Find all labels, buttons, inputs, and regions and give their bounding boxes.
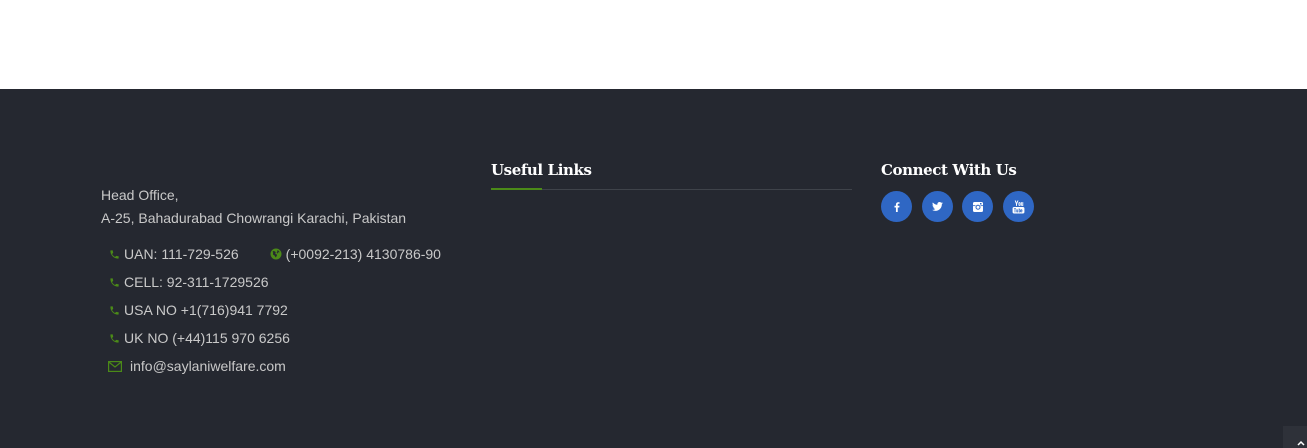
uan-text: UAN: 111-729-526 (124, 246, 239, 262)
connect-heading: Connect With Us (881, 161, 1017, 179)
site-footer: Head Office, A-25, Bahadurabad Chowrangi… (0, 89, 1307, 448)
contact-row-usa: USA NO +1(716)941 7792 (101, 296, 471, 324)
telephone-item: (+0092-213) 4130786-90 (263, 240, 441, 268)
facebook-icon (894, 201, 899, 212)
twitter-button[interactable] (921, 191, 953, 222)
phone-icon (106, 277, 122, 288)
contact-column: Head Office, A-25, Bahadurabad Chowrangi… (101, 184, 471, 380)
contact-row-uk: UK NO (+44)115 970 6256 (101, 324, 471, 352)
contact-row-email: info@saylaniwelfare.com (101, 352, 471, 380)
scroll-to-top-button[interactable] (1283, 426, 1307, 448)
email-link[interactable]: info@saylaniwelfare.com (130, 352, 286, 380)
youtube-button[interactable] (1002, 191, 1034, 222)
heading-accent-line (491, 188, 542, 190)
instagram-icon (972, 201, 983, 212)
heading-divider (491, 188, 852, 190)
address-line-2: A-25, Bahadurabad Chowrangi Karachi, Pak… (101, 210, 407, 226)
phone-icon (106, 305, 122, 316)
phone-icon (106, 249, 122, 260)
address-line-1: Head Office, (101, 187, 179, 203)
globe-icon (268, 248, 284, 260)
facebook-button[interactable] (881, 191, 912, 222)
cell-text: CELL: 92-311-1729526 (124, 274, 269, 290)
contact-row-cell: CELL: 92-311-1729526 (101, 268, 471, 296)
contact-list: UAN: 111-729-526 (+0092-213) 4130786-90 … (101, 240, 471, 380)
contact-row-uan: UAN: 111-729-526 (+0092-213) 4130786-90 (101, 240, 471, 268)
social-links (881, 191, 1043, 222)
phone-icon (106, 333, 122, 344)
usa-text: USA NO +1(716)941 7792 (124, 302, 288, 318)
twitter-icon (931, 202, 943, 211)
chevron-up-icon (1297, 440, 1305, 446)
instagram-button[interactable] (962, 191, 993, 222)
telephone-text: (+0092-213) 4130786-90 (285, 246, 441, 262)
page-content-area (0, 0, 1307, 89)
useful-links-column: Useful Links (491, 158, 852, 190)
youtube-icon (1012, 200, 1024, 213)
uan-item: UAN: 111-729-526 (101, 240, 239, 268)
connect-column: Connect With Us (881, 158, 1181, 222)
useful-links-heading: Useful Links (491, 161, 592, 179)
envelope-icon (106, 360, 124, 372)
uk-text: UK NO (+44)115 970 6256 (124, 330, 290, 346)
